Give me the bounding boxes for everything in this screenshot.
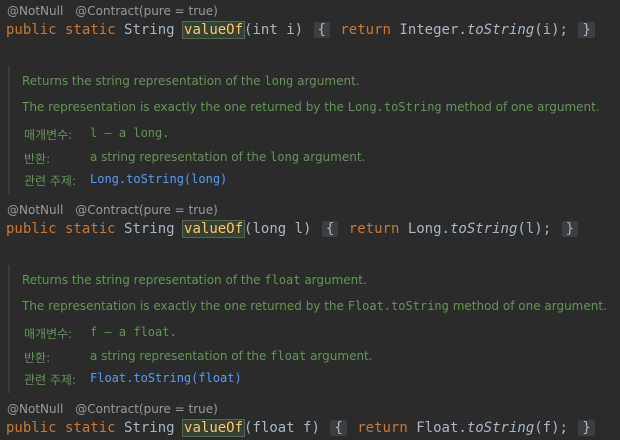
return-label: 반환: — [24, 152, 51, 166]
doc-description: The representation is exactly the one re… — [22, 100, 600, 114]
method-name[interactable]: valueOf — [182, 220, 246, 238]
param-label: 매개변수: — [24, 327, 73, 341]
modifiers: public static — [6, 221, 116, 237]
method-signature-long[interactable]: public static String valueOf(long l) { r… — [6, 218, 580, 240]
doc-text: method of one argument. — [448, 299, 607, 313]
return-type: String — [124, 221, 175, 237]
doc-code: float — [264, 273, 301, 287]
fold-close-brace[interactable]: } — [561, 221, 578, 237]
body-args: (i); — [534, 22, 568, 38]
doc-text: argument. — [306, 349, 373, 363]
contract-annotation: @Contract(pure = true) — [75, 4, 218, 18]
modifiers: public static — [6, 22, 116, 38]
contract-annotation: @Contract(pure = true) — [75, 402, 218, 416]
return-type: String — [124, 420, 175, 436]
param-value: l – a long. — [90, 126, 170, 140]
doc-description: The representation is exactly the one re… — [22, 299, 607, 313]
javadoc-long: Returns the string representation of the… — [8, 66, 620, 194]
doc-summary: Returns the string representation of the… — [22, 273, 367, 287]
contract-annotation: @Contract(pure = true) — [75, 203, 218, 217]
doc-code: long — [264, 74, 294, 88]
return-keyword: return — [348, 221, 400, 237]
doc-text: argument. — [299, 150, 366, 164]
fold-open-brace[interactable]: { — [330, 420, 347, 436]
fold-close-brace[interactable]: } — [578, 22, 595, 38]
see-also-label: 관련 주제: — [24, 373, 77, 387]
notnull-annotation: @NotNull — [7, 402, 64, 416]
return-label: 반환: — [24, 351, 51, 365]
doc-text: Returns the string representation of the — [22, 74, 265, 88]
doc-text: argument. — [293, 74, 360, 88]
doc-text: The representation is exactly the one re… — [22, 299, 348, 313]
see-also-label: 관련 주제: — [24, 174, 77, 188]
method-name[interactable]: valueOf — [182, 21, 246, 39]
method-name[interactable]: valueOf — [182, 419, 246, 437]
doc-text: Returns the string representation of the — [22, 273, 265, 287]
see-also-link[interactable]: Float.toString(float) — [90, 371, 242, 385]
javadoc-float: Returns the string representation of the… — [8, 265, 620, 393]
parameter-list: (int i) — [244, 22, 304, 38]
body-call: Long. — [407, 221, 450, 237]
modifiers: public static — [6, 420, 116, 436]
doc-summary: Returns the string representation of the… — [22, 74, 360, 88]
doc-code: long — [270, 150, 300, 164]
doc-code: Long.toString — [347, 100, 442, 114]
return-value: a string representation of the float arg… — [90, 349, 373, 363]
doc-code: float — [270, 349, 307, 363]
return-type: String — [124, 22, 175, 38]
return-keyword: return — [340, 22, 391, 38]
method-signature-int[interactable]: public static String valueOf(int i) { re… — [6, 19, 597, 41]
parameter-list: (float f) — [244, 420, 320, 436]
doc-text: method of one argument. — [441, 100, 600, 114]
body-args: (l); — [517, 221, 552, 237]
fold-open-brace[interactable]: { — [321, 221, 339, 237]
body-call: Float. — [416, 420, 467, 436]
return-keyword: return — [357, 420, 408, 436]
method-signature-float[interactable]: public static String valueOf(float f) { … — [6, 417, 597, 439]
see-also-link[interactable]: Long.toString(long) — [90, 172, 227, 186]
body-method: toString — [466, 22, 535, 38]
fold-open-brace[interactable]: { — [313, 22, 330, 38]
body-call: Integer. — [399, 22, 467, 38]
parameter-list: (long l) — [244, 221, 312, 237]
body-args: (f); — [534, 420, 568, 436]
doc-text: argument. — [300, 273, 367, 287]
body-method: toString — [449, 221, 518, 237]
param-value: f – a float. — [90, 325, 177, 339]
doc-code: Float.toString — [347, 299, 449, 313]
doc-text: a string representation of the — [90, 349, 271, 363]
doc-text: a string representation of the — [90, 150, 271, 164]
notnull-annotation: @NotNull — [7, 4, 64, 18]
doc-text: The representation is exactly the one re… — [22, 100, 348, 114]
fold-close-brace[interactable]: } — [578, 420, 595, 436]
param-label: 매개변수: — [24, 128, 73, 142]
return-value: a string representation of the long argu… — [90, 150, 365, 164]
body-method: toString — [466, 420, 535, 436]
notnull-annotation: @NotNull — [7, 203, 64, 217]
